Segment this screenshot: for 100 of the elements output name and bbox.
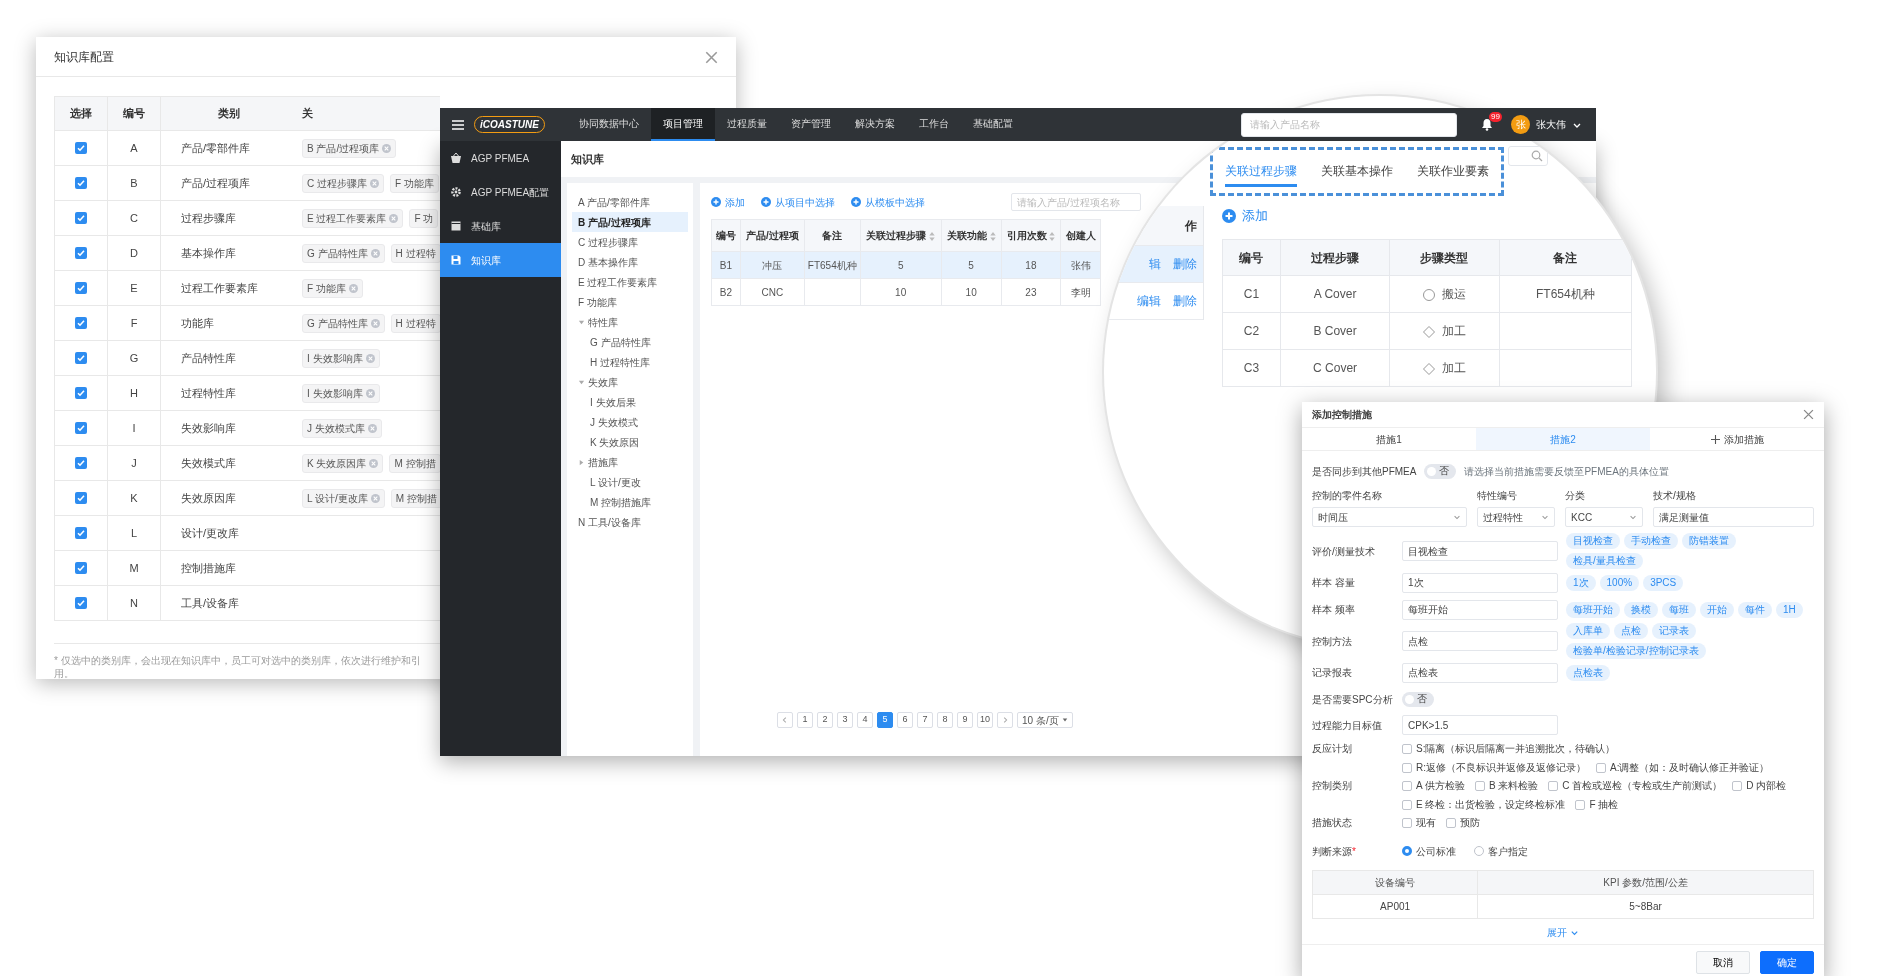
- checkbox[interactable]: [75, 527, 87, 539]
- input-field[interactable]: 每班开始: [1402, 599, 1558, 620]
- remove-icon[interactable]: [369, 458, 379, 468]
- expand-link[interactable]: 展开: [1547, 925, 1579, 940]
- remove-icon[interactable]: [348, 283, 358, 293]
- remove-icon[interactable]: [370, 318, 380, 328]
- close-icon[interactable]: [1803, 409, 1814, 420]
- tag[interactable]: E 过程工作要素库: [302, 208, 404, 228]
- tag[interactable]: M 控制措: [389, 453, 440, 473]
- search-field[interactable]: 请输入产品/过程项名称: [1011, 193, 1141, 211]
- remove-icon[interactable]: [370, 178, 379, 188]
- checkbox[interactable]: [75, 317, 87, 329]
- sort-icon[interactable]: [989, 231, 996, 241]
- sort-icon[interactable]: [929, 231, 936, 241]
- page-button[interactable]: 4: [857, 712, 873, 728]
- caret-down-icon[interactable]: [578, 318, 585, 326]
- sidebar-item[interactable]: 基础库: [440, 209, 561, 243]
- tab[interactable]: 关联过程步骤: [1225, 160, 1297, 187]
- tree-item[interactable]: G 产品特性库: [584, 332, 688, 352]
- checkbox[interactable]: [75, 457, 87, 469]
- checkbox[interactable]: [75, 247, 87, 259]
- tree-item[interactable]: 措施库: [572, 452, 688, 472]
- input-field[interactable]: 目视检查: [1402, 541, 1558, 561]
- tag[interactable]: K 失效原因库: [302, 453, 384, 473]
- input-field[interactable]: 1次: [1402, 572, 1558, 593]
- nav-tab[interactable]: 资产管理: [778, 108, 843, 141]
- remove-icon[interactable]: [389, 213, 399, 223]
- add-button[interactable]: 添加: [1222, 206, 1268, 226]
- nav-tab[interactable]: 基础配置: [960, 108, 1025, 141]
- page-size-select[interactable]: 10 条/页: [1017, 712, 1073, 728]
- checkbox[interactable]: [75, 492, 87, 504]
- input-field[interactable]: 点检: [1402, 631, 1558, 651]
- page-button[interactable]: 1: [797, 712, 813, 728]
- tree-item[interactable]: K 失效原因: [584, 432, 688, 452]
- user-name[interactable]: 张大伟: [1536, 117, 1566, 132]
- remove-icon[interactable]: [370, 248, 380, 258]
- input-field[interactable]: CPK>1.5: [1402, 715, 1558, 735]
- tag[interactable]: F 功: [409, 208, 439, 228]
- select-field[interactable]: 时间压: [1312, 507, 1467, 527]
- menu-icon[interactable]: [452, 119, 464, 130]
- tag[interactable]: F 功能库: [390, 173, 439, 193]
- checkbox[interactable]: [1402, 743, 1412, 754]
- toolbar-button[interactable]: 添加: [711, 194, 745, 210]
- tag[interactable]: L 设计/更改库: [302, 488, 385, 508]
- checkbox[interactable]: [1446, 817, 1456, 828]
- page-button[interactable]: 2: [817, 712, 833, 728]
- sortable-header[interactable]: 关联过程步骤: [860, 219, 942, 252]
- checkbox[interactable]: [75, 177, 87, 189]
- nav-tab[interactable]: 协同数据中心: [566, 108, 651, 141]
- checkbox[interactable]: [75, 212, 87, 224]
- checkbox[interactable]: [75, 282, 87, 294]
- tree-item[interactable]: J 失效模式: [584, 412, 688, 432]
- tree-item[interactable]: B 产品/过程项库: [572, 212, 688, 232]
- next-page-button[interactable]: [997, 712, 1013, 728]
- row-action-link[interactable]: 编辑: [1137, 292, 1161, 310]
- cancel-button[interactable]: 取消: [1696, 951, 1750, 974]
- page-button[interactable]: 3: [837, 712, 853, 728]
- tree-item[interactable]: E 过程工作要素库: [572, 272, 688, 292]
- tree-item[interactable]: L 设计/更改: [584, 472, 688, 492]
- checkbox[interactable]: [75, 142, 87, 154]
- tag[interactable]: G 产品特性库: [302, 313, 385, 333]
- radio-button[interactable]: [1402, 846, 1412, 856]
- checkbox[interactable]: [75, 597, 87, 609]
- tag[interactable]: H 过程特: [390, 313, 440, 333]
- checkbox[interactable]: [75, 352, 87, 364]
- tree-item[interactable]: M 控制措施库: [584, 492, 688, 512]
- remove-icon[interactable]: [365, 353, 375, 363]
- sidebar-item[interactable]: AGP PFMEA: [440, 141, 561, 175]
- remove-icon[interactable]: [370, 493, 380, 503]
- tree-item[interactable]: 特性库: [572, 312, 688, 332]
- nav-tab[interactable]: 工作台: [906, 108, 961, 141]
- select-field[interactable]: 过程特性: [1477, 507, 1555, 527]
- sortable-header[interactable]: 关联功能: [941, 219, 1002, 252]
- nav-tab[interactable]: 过程质量: [714, 108, 779, 141]
- checkbox[interactable]: [1402, 799, 1412, 810]
- page-button[interactable]: 7: [917, 712, 933, 728]
- checkbox[interactable]: [75, 422, 87, 434]
- caret-right-icon[interactable]: [578, 458, 585, 466]
- row-action-link[interactable]: 删除: [1173, 292, 1197, 310]
- tab[interactable]: 关联基本操作: [1321, 160, 1393, 187]
- caret-down-icon[interactable]: [578, 378, 585, 386]
- bell-icon[interactable]: [1481, 118, 1493, 131]
- select-field[interactable]: KCC: [1565, 507, 1643, 527]
- page-button[interactable]: 9: [957, 712, 973, 728]
- checkbox[interactable]: [1402, 762, 1412, 773]
- sort-icon[interactable]: [1049, 231, 1056, 241]
- page-button[interactable]: 6: [897, 712, 913, 728]
- toggle-switch[interactable]: 否: [1402, 691, 1434, 707]
- tag[interactable]: G 产品特性库: [302, 243, 385, 263]
- toggle-switch[interactable]: 否: [1424, 463, 1457, 479]
- search-field[interactable]: [1508, 146, 1548, 166]
- sortable-header[interactable]: 引用次数: [1001, 219, 1061, 252]
- page-button[interactable]: 10: [977, 712, 993, 728]
- input-field[interactable]: 点检表: [1402, 662, 1558, 683]
- tree-item[interactable]: I 失效后果: [584, 392, 688, 412]
- tag[interactable]: I 失效影响库: [302, 348, 380, 368]
- tree-item[interactable]: F 功能库: [572, 292, 688, 312]
- checkbox[interactable]: [75, 387, 87, 399]
- tag[interactable]: I 失效影响库: [302, 383, 380, 403]
- page-button[interactable]: 8: [937, 712, 953, 728]
